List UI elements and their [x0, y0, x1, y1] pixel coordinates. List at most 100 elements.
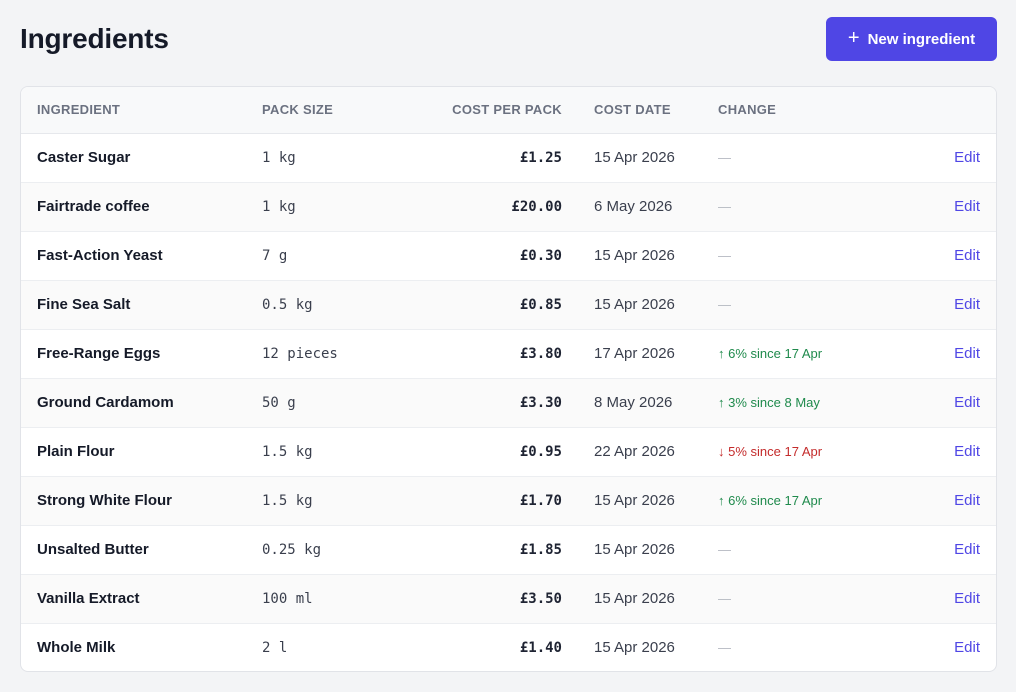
- change-indicator: ↑ 3% since 8 May: [718, 395, 820, 410]
- edit-link[interactable]: Edit: [954, 492, 980, 509]
- ingredients-table-card: INGREDIENT PACK SIZE COST PER PACK COST …: [20, 86, 997, 672]
- edit-link[interactable]: Edit: [954, 639, 980, 656]
- ingredient-name: Whole Milk: [37, 639, 116, 657]
- cost-change: —: [718, 133, 898, 182]
- column-header-actions: [898, 87, 996, 134]
- ingredient-name: Fast-Action Yeast: [37, 247, 163, 264]
- edit-link[interactable]: Edit: [954, 247, 980, 264]
- column-header-ingredient: INGREDIENT: [21, 87, 262, 134]
- change-indicator: ↓ 5% since 17 Apr: [718, 444, 823, 459]
- ingredient-name: Strong White Flour: [37, 492, 172, 509]
- change-indicator: —: [718, 591, 731, 606]
- change-indicator: ↑ 6% since 17 Apr: [718, 346, 823, 361]
- page-title: Ingredients: [20, 23, 169, 54]
- cost-date: 15 Apr 2026: [594, 296, 675, 313]
- row-actions: Edit: [898, 280, 996, 329]
- cost-date: 22 Apr 2026: [594, 443, 675, 460]
- pack-size: 0.5 kg: [262, 296, 313, 313]
- cost-change: —: [718, 182, 898, 231]
- pack-size: 100 ml: [262, 590, 313, 607]
- ingredient-name: Free-Range Eggs: [37, 345, 161, 362]
- edit-link[interactable]: Edit: [954, 296, 980, 313]
- ingredient-name: Unsalted Butter: [37, 541, 149, 558]
- table-row: Fine Sea Salt 0.5 kg £0.85 15 Apr 2026 — Edit: [21, 280, 996, 329]
- ingredient-name: Ground Cardamom: [37, 394, 174, 411]
- ingredient-name: Plain Flour: [37, 443, 115, 460]
- cost-change: —: [718, 231, 898, 280]
- row-actions: Edit: [898, 329, 996, 378]
- cost-date: 15 Apr 2026: [594, 492, 675, 509]
- cost-per-pack: £1.85: [519, 541, 562, 558]
- row-actions: Edit: [898, 525, 996, 574]
- change-indicator: ↑ 6% since 17 Apr: [718, 493, 823, 508]
- cost-per-pack: £3.80: [519, 345, 562, 362]
- cost-per-pack: £1.40: [519, 639, 562, 656]
- pack-size: 1.5 kg: [262, 492, 313, 509]
- edit-link[interactable]: Edit: [954, 198, 980, 215]
- new-ingredient-label: New ingredient: [867, 30, 976, 48]
- cost-date: 15 Apr 2026: [594, 541, 675, 558]
- column-header-cost-per-pack: COST PER PACK: [432, 87, 562, 134]
- ingredient-name: Fairtrade coffee: [37, 198, 150, 215]
- cost-per-pack: £1.25: [519, 149, 562, 166]
- new-ingredient-button[interactable]: + New ingredient: [826, 17, 997, 61]
- table-row: Vanilla Extract 100 ml £3.50 15 Apr 2026 — Ed…: [21, 574, 996, 623]
- cost-per-pack: £0.30: [519, 247, 562, 264]
- cost-per-pack: £3.30: [519, 394, 562, 411]
- row-actions: Edit: [898, 574, 996, 623]
- pack-size: 50 g: [262, 394, 296, 411]
- table-row: Plain Flour 1.5 kg £0.95 22 Apr 2026 ↓ 5% si…: [21, 427, 996, 476]
- edit-link[interactable]: Edit: [954, 590, 980, 607]
- table-row: Fairtrade coffee 1 kg £20.00 6 May 2026 — Edi…: [21, 182, 996, 231]
- column-header-cost-date: COST DATE: [562, 87, 718, 134]
- table-row: Fast-Action Yeast 7 g £0.30 15 Apr 2026 — Edi…: [21, 231, 996, 280]
- cost-change: —: [718, 525, 898, 574]
- table-header-row: INGREDIENT PACK SIZE COST PER PACK COST …: [21, 87, 996, 134]
- change-indicator: —: [718, 297, 731, 312]
- pack-size: 12 pieces: [262, 345, 338, 362]
- plus-icon: +: [847, 27, 860, 49]
- cost-change: ↓ 5% since 17 Apr: [718, 427, 898, 476]
- cost-date: 15 Apr 2026: [594, 247, 675, 264]
- pack-size: 1 kg: [262, 198, 296, 215]
- cost-per-pack: £0.85: [519, 296, 562, 313]
- ingredient-name: Caster Sugar: [37, 149, 131, 166]
- edit-link[interactable]: Edit: [954, 394, 980, 411]
- pack-size: 0.25 kg: [262, 541, 322, 558]
- ingredient-name: Vanilla Extract: [37, 590, 140, 607]
- cost-change: —: [718, 280, 898, 329]
- table-row: Free-Range Eggs 12 pieces £3.80 17 Apr 2026…: [21, 329, 996, 378]
- pack-size: 2 l: [262, 639, 288, 656]
- ingredients-table: INGREDIENT PACK SIZE COST PER PACK COST …: [21, 87, 996, 671]
- row-actions: Edit: [898, 133, 996, 182]
- edit-link[interactable]: Edit: [954, 443, 980, 460]
- edit-link[interactable]: Edit: [954, 345, 980, 362]
- cost-change: —: [718, 574, 898, 623]
- cost-change: ↑ 6% since 17 Apr: [718, 476, 898, 525]
- table-row: Strong White Flour 1.5 kg £1.70 15 Apr 2026…: [21, 476, 996, 525]
- row-actions: Edit: [898, 623, 996, 671]
- row-actions: Edit: [898, 378, 996, 427]
- edit-link[interactable]: Edit: [954, 149, 980, 166]
- pack-size: 7 g: [262, 247, 288, 264]
- cost-per-pack: £1.70: [519, 492, 562, 509]
- cost-date: 15 Apr 2026: [594, 639, 675, 657]
- table-row: Whole Milk 2 l £1.40 15 Apr 2026 — Edit: [21, 623, 996, 671]
- ingredient-name: Fine Sea Salt: [37, 296, 131, 313]
- row-actions: Edit: [898, 231, 996, 280]
- pack-size: 1.5 kg: [262, 443, 313, 460]
- change-indicator: —: [718, 542, 731, 557]
- cost-date: 8 May 2026: [594, 394, 673, 411]
- cost-change: ↑ 3% since 8 May: [718, 378, 898, 427]
- cost-date: 17 Apr 2026: [594, 345, 675, 362]
- page-header: Ingredients + New ingredient: [20, 17, 997, 61]
- column-header-change: CHANGE: [718, 87, 898, 134]
- table-row: Unsalted Butter 0.25 kg £1.85 15 Apr 2026 — E…: [21, 525, 996, 574]
- cost-per-pack: £0.95: [519, 443, 562, 460]
- cost-change: —: [718, 623, 898, 671]
- edit-link[interactable]: Edit: [954, 541, 980, 558]
- table-row: Caster Sugar 1 kg £1.25 15 Apr 2026 — Edit: [21, 133, 996, 182]
- change-indicator: —: [718, 199, 731, 214]
- cost-change: ↑ 6% since 17 Apr: [718, 329, 898, 378]
- cost-date: 15 Apr 2026: [594, 149, 675, 166]
